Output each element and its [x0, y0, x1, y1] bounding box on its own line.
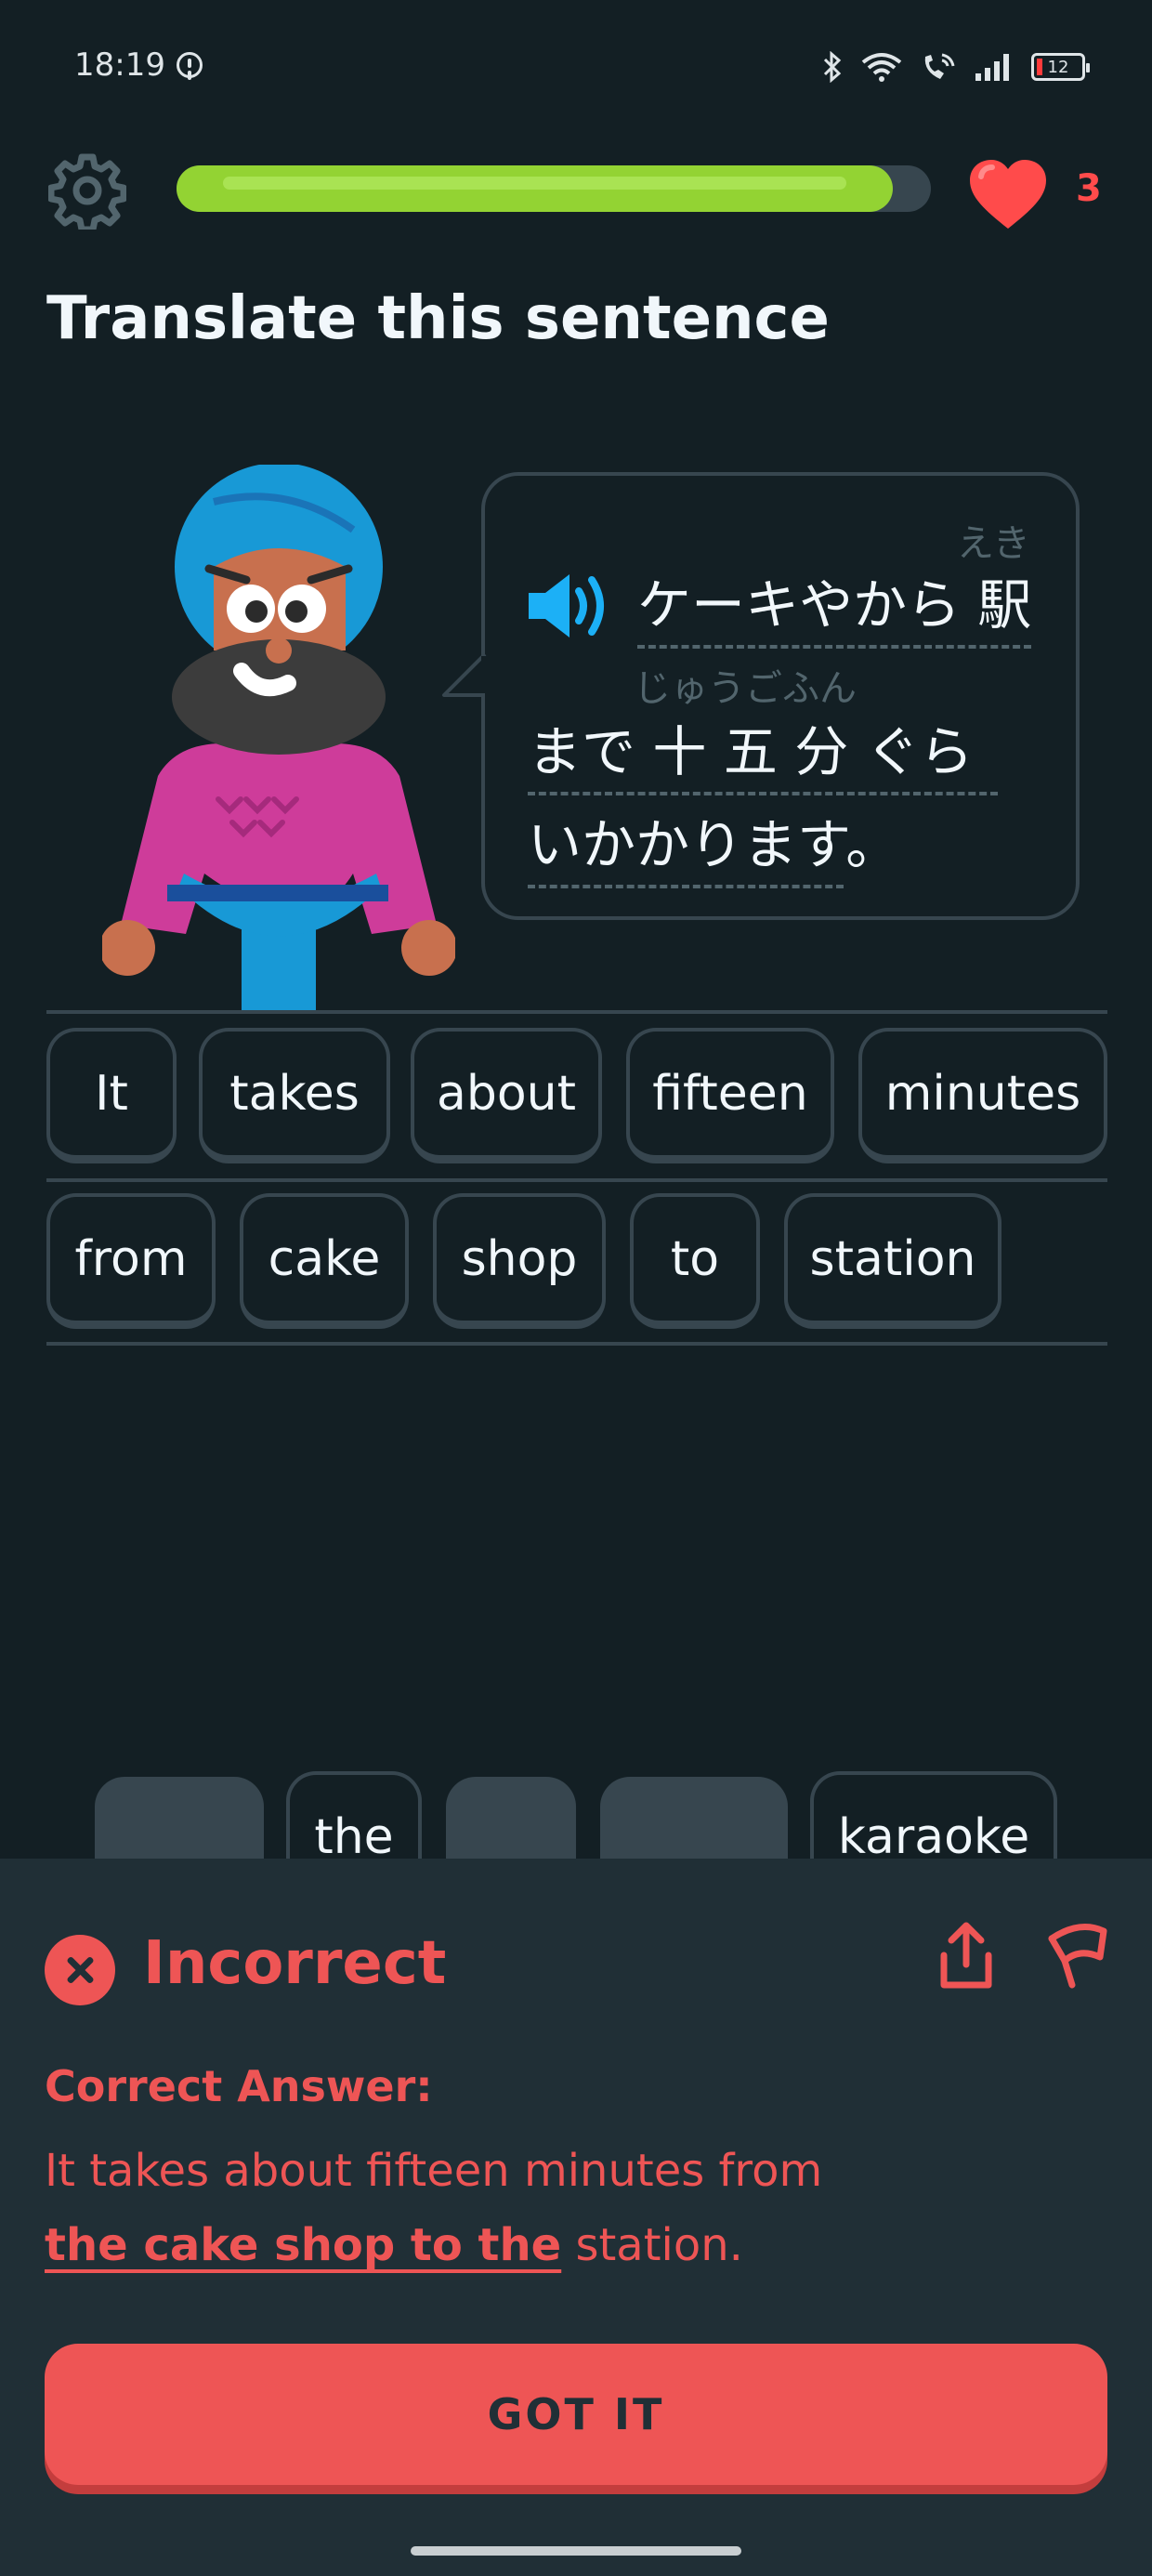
bubble-tail: [442, 652, 487, 697]
flag-icon[interactable]: [1042, 1920, 1111, 1994]
prompt-line-2[interactable]: まで 十 五 分 ぐら: [528, 708, 998, 795]
page-title: Translate this sentence: [46, 284, 830, 353]
answer-chip[interactable]: from: [46, 1193, 216, 1329]
answer-chip[interactable]: to: [630, 1193, 760, 1329]
close-circle-icon: [45, 1935, 115, 2005]
answer-chip[interactable]: shop: [433, 1193, 606, 1329]
answer-line-1: [46, 1010, 1107, 1014]
correct-answer-label: Correct Answer:: [45, 2061, 433, 2111]
ruby-line-2: じゅうごふん: [634, 667, 857, 710]
answer-chip[interactable]: takes: [199, 1028, 390, 1163]
home-indicator[interactable]: [411, 2546, 741, 2556]
wifi-calling-icon: [924, 53, 955, 79]
answer-chip[interactable]: fifteen: [626, 1028, 834, 1163]
answer-tail: station.: [561, 2219, 743, 2271]
prompt-line-1[interactable]: ケーキやから 駅: [637, 561, 1031, 649]
feedback-status: Incorrect: [143, 1929, 447, 1998]
got-it-button[interactable]: GOT IT: [45, 2344, 1107, 2485]
battery-icon: 12: [1031, 53, 1090, 81]
signal-icon: [975, 54, 1009, 81]
progress-shine: [223, 177, 847, 190]
status-time: 18:19: [74, 46, 165, 84]
heart-icon[interactable]: [966, 158, 1050, 232]
answer-chip[interactable]: station: [784, 1193, 1001, 1329]
bluetooth-icon: [823, 51, 842, 83]
answer-chip[interactable]: minutes: [858, 1028, 1107, 1163]
correct-answer-line-1: It takes about fifteen minutes from: [45, 2145, 823, 2197]
character-illustration: [102, 465, 455, 1013]
ruby-line-1: えき: [957, 522, 1030, 565]
hearts-count: 3: [1076, 167, 1102, 210]
status-icons: 12: [821, 45, 1090, 89]
battery-level: 12: [1047, 57, 1069, 77]
prompt-line-3[interactable]: いかかります。: [528, 801, 899, 888]
answer-chip[interactable]: cake: [240, 1193, 409, 1329]
wifi-icon: [861, 53, 902, 82]
answer-chip[interactable]: It: [46, 1028, 177, 1163]
correct-answer-line-2: the cake shop to the station.: [45, 2219, 743, 2271]
answer-highlight: the cake shop to the: [45, 2219, 562, 2271]
share-icon[interactable]: [929, 1920, 1003, 1994]
speaker-icon[interactable]: [525, 569, 614, 643]
alert-icon: [177, 52, 203, 78]
answer-line-3: [46, 1342, 1107, 1346]
answer-chip[interactable]: about: [411, 1028, 602, 1163]
gear-icon[interactable]: [48, 151, 126, 230]
answer-line-2: [46, 1178, 1107, 1182]
